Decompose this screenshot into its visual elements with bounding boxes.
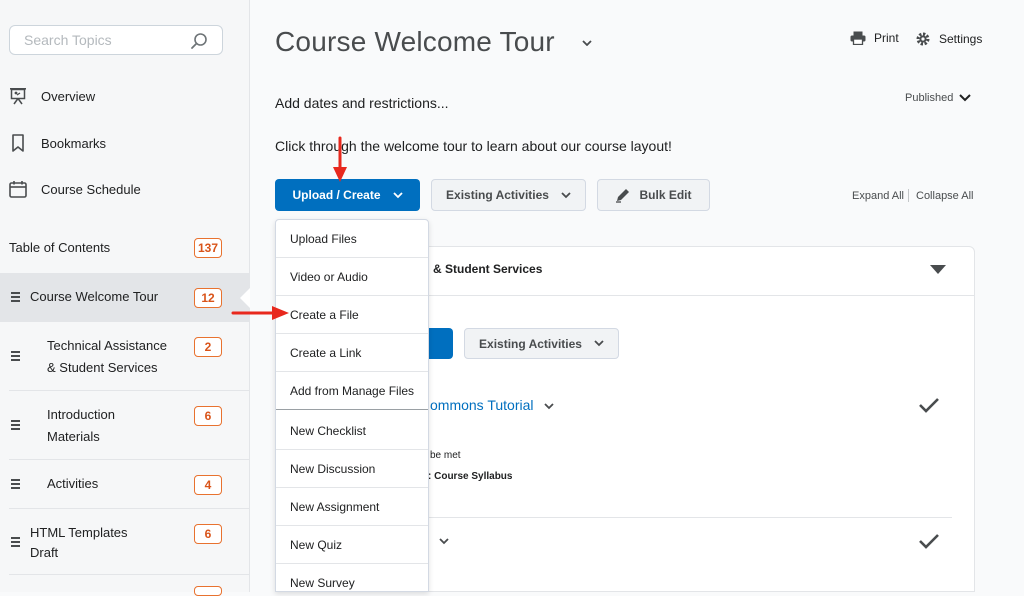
page-title: Course Welcome Tour bbox=[275, 26, 555, 57]
annotation-arrow-down bbox=[333, 136, 347, 182]
bulk-edit-button[interactable]: Bulk Edit bbox=[597, 179, 710, 211]
search-input[interactable] bbox=[10, 26, 204, 54]
gear-icon bbox=[916, 32, 930, 46]
search-icon[interactable] bbox=[190, 32, 208, 50]
toc-item-count-badge bbox=[194, 586, 222, 596]
print-label: Print bbox=[874, 31, 899, 45]
toc-item-label: Activities bbox=[47, 476, 99, 491]
toc-item-label-line1: Introduction bbox=[47, 407, 115, 422]
module-panel bbox=[377, 246, 975, 592]
row-divider bbox=[428, 517, 952, 518]
drag-handle-icon[interactable] bbox=[11, 537, 20, 549]
toc-item-html-templates[interactable]: HTML Templates Draft 6 bbox=[9, 509, 249, 575]
menu-item-upload-files[interactable]: Upload Files bbox=[276, 220, 428, 258]
menu-item-new-discussion[interactable]: New Discussion bbox=[276, 450, 428, 488]
sidebar-item-bookmarks[interactable]: Bookmarks bbox=[8, 125, 238, 161]
sidebar-item-label: Bookmarks bbox=[41, 135, 107, 151]
chevron-down-icon[interactable] bbox=[582, 40, 592, 46]
caret-down-icon[interactable] bbox=[930, 265, 946, 275]
drag-handle-icon[interactable] bbox=[11, 351, 20, 363]
menu-item-create-a-link[interactable]: Create a Link bbox=[276, 334, 428, 372]
print-button[interactable]: Print bbox=[850, 31, 899, 45]
toc-count-badge: 137 bbox=[194, 238, 222, 258]
toc-item-label-line2: Materials bbox=[47, 429, 100, 444]
toc-item-count-badge: 12 bbox=[194, 288, 222, 308]
expand-all-link[interactable]: Expand All bbox=[852, 190, 904, 202]
toc-item-count-badge: 2 bbox=[194, 337, 222, 357]
search-box[interactable] bbox=[9, 25, 223, 55]
toc-item-activities[interactable]: Activities 4 bbox=[9, 460, 249, 509]
chevron-down-icon bbox=[594, 340, 604, 347]
chevron-down-icon[interactable] bbox=[544, 403, 554, 410]
checkmark-icon bbox=[919, 398, 939, 413]
pencil-icon bbox=[616, 189, 630, 203]
presentation-icon bbox=[8, 86, 28, 106]
published-dropdown[interactable]: Published bbox=[905, 92, 972, 104]
existing-activities-label: Existing Activities bbox=[479, 336, 582, 351]
toc-item-count-badge: 6 bbox=[194, 406, 222, 426]
chevron-down-icon[interactable] bbox=[439, 538, 449, 545]
menu-item-new-checklist[interactable]: New Checklist bbox=[276, 412, 428, 450]
sidebar-item-label: Course Schedule bbox=[41, 181, 141, 197]
toc-item-count-badge: 4 bbox=[194, 475, 222, 495]
status-label: Published bbox=[905, 92, 954, 104]
table-of-contents-label[interactable]: Table of Contents bbox=[9, 240, 110, 255]
annotation-arrow-right bbox=[231, 306, 289, 320]
existing-activities-button[interactable]: Existing Activities bbox=[431, 179, 586, 211]
toc-item-course-welcome-tour[interactable]: Course Welcome Tour 12 bbox=[0, 273, 249, 322]
toc-item-count-badge: 6 bbox=[194, 524, 222, 544]
toc-item-label-line2: & Student Services bbox=[47, 360, 158, 375]
menu-item-new-assignment[interactable]: New Assignment bbox=[276, 488, 428, 526]
menu-item-video-or-audio[interactable]: Video or Audio bbox=[276, 258, 428, 296]
topic-link[interactable]: ommons Tutorial bbox=[430, 397, 533, 413]
bulk-edit-label: Bulk Edit bbox=[639, 188, 692, 202]
toc-item-label-line2: Draft bbox=[30, 545, 59, 560]
chevron-down-icon bbox=[392, 191, 403, 198]
module-existing-activities-button[interactable]: Existing Activities bbox=[464, 328, 619, 359]
upload-create-menu: Upload Files Video or Audio Create a Fil… bbox=[275, 219, 429, 592]
toc-item-label-line1: HTML Templates bbox=[30, 525, 128, 540]
menu-item-new-survey[interactable]: New Survey bbox=[276, 564, 428, 591]
drag-handle-icon[interactable] bbox=[11, 292, 20, 304]
sidebar-item-course-schedule[interactable]: Course Schedule bbox=[8, 171, 238, 207]
checkmark-icon bbox=[919, 534, 939, 549]
sidebar-item-overview[interactable]: Overview bbox=[8, 78, 238, 114]
upload-create-label: Upload / Create bbox=[292, 188, 381, 202]
printer-icon bbox=[850, 31, 866, 45]
module-heading: & Student Services bbox=[433, 262, 543, 276]
menu-item-new-quiz[interactable]: New Quiz bbox=[276, 526, 428, 564]
menu-item-create-a-file[interactable]: Create a File bbox=[276, 296, 428, 334]
restriction-target: : Course Syllabus bbox=[428, 471, 513, 482]
toc-item-technical-assistance[interactable]: Technical Assistance & Student Services … bbox=[9, 322, 249, 391]
chevron-down-icon bbox=[561, 191, 571, 198]
collapse-all-link[interactable]: Collapse All bbox=[916, 190, 973, 202]
bookmark-icon bbox=[8, 133, 28, 153]
toc-item-introduction-materials[interactable]: Introduction Materials 6 bbox=[9, 391, 249, 460]
drag-handle-icon[interactable] bbox=[11, 479, 20, 491]
menu-item-add-from-manage-files[interactable]: Add from Manage Files bbox=[276, 372, 428, 410]
link-divider bbox=[908, 189, 909, 202]
chevron-down-icon bbox=[959, 94, 972, 102]
toc-item-label: Course Welcome Tour bbox=[30, 289, 159, 304]
drag-handle-icon[interactable] bbox=[11, 420, 20, 432]
add-dates-link[interactable]: Add dates and restrictions... bbox=[275, 95, 449, 111]
calendar-icon bbox=[8, 179, 28, 199]
settings-label: Settings bbox=[939, 32, 983, 46]
restriction-condition: be met bbox=[430, 450, 461, 461]
sidebar-item-label: Overview bbox=[41, 88, 96, 104]
existing-activities-label: Existing Activities bbox=[446, 188, 549, 202]
settings-button[interactable]: Settings bbox=[915, 31, 982, 47]
toc-item-label-line1: Technical Assistance bbox=[47, 338, 167, 353]
